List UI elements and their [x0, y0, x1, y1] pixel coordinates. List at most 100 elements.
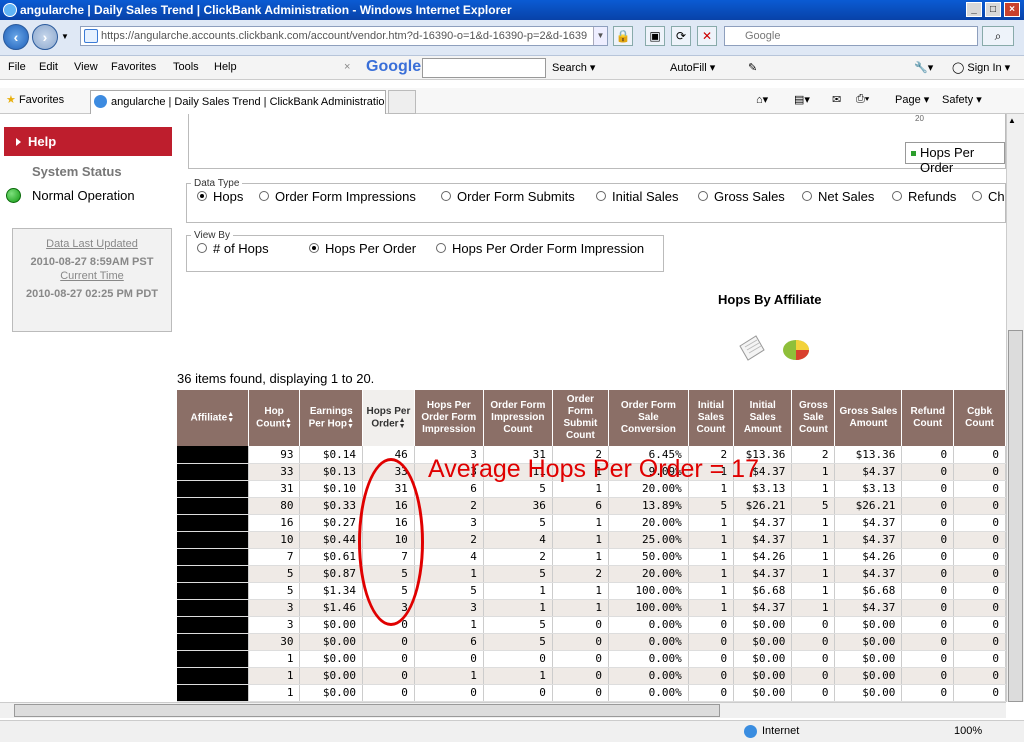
affiliate-cell-redacted[interactable] [177, 531, 249, 549]
affiliate-cell-redacted[interactable] [177, 616, 249, 634]
table-cell: 1 [552, 599, 609, 617]
menu-tools[interactable]: Tools [173, 61, 199, 73]
affiliate-cell-redacted[interactable] [177, 582, 249, 600]
feeds-icon[interactable]: ▤▾ [794, 93, 810, 106]
affiliate-cell-redacted[interactable] [177, 599, 249, 617]
column-header[interactable]: Affiliate▲ ▼ [177, 390, 249, 446]
affiliate-cell-redacted[interactable] [177, 565, 249, 583]
horizontal-scrollbar[interactable] [0, 702, 1006, 718]
column-header[interactable]: Hops Per Order▲ ▼ [362, 390, 415, 446]
sign-in-button[interactable]: ◯ Sign In ▾ [952, 61, 1010, 74]
data-last-updated-link[interactable]: Data Last Updated [13, 238, 171, 250]
radio-refunds[interactable]: Refunds [892, 189, 956, 204]
affiliate-cell-redacted[interactable] [177, 684, 249, 702]
new-tab-button[interactable] [388, 90, 416, 114]
table-cell: 3 [248, 616, 301, 634]
radio-num-hops[interactable]: # of Hops [197, 241, 269, 256]
radio-refunds-control[interactable] [892, 191, 902, 201]
radio-order-form-impressions[interactable]: Order Form Impressions [259, 189, 416, 204]
refresh-icon[interactable]: ⟳ [671, 26, 691, 46]
horizontal-scroll-thumb[interactable] [14, 704, 720, 717]
lock-icon[interactable]: 🔒 [613, 26, 633, 46]
url-field[interactable]: https://angularche.accounts.clickbank.co… [80, 26, 608, 46]
radio-num-hops-control[interactable] [197, 243, 207, 253]
scroll-up-icon[interactable]: ▲ [1008, 116, 1016, 125]
menu-view[interactable]: View [74, 61, 98, 73]
safety-menu[interactable]: Safety ▾ [942, 93, 982, 106]
menu-help[interactable]: Help [214, 61, 237, 73]
radio-net-sales-control[interactable] [802, 191, 812, 201]
sidebar-item-help[interactable]: Help [4, 127, 172, 156]
affiliate-cell-redacted[interactable] [177, 480, 249, 498]
affiliate-cell-redacted[interactable] [177, 633, 249, 651]
radio-chargebacks-control[interactable] [972, 191, 982, 201]
radio-hops-per-order-control[interactable] [309, 243, 319, 253]
compat-view-icon[interactable]: ▣ [645, 26, 665, 46]
mail-icon[interactable]: ✉ [832, 93, 841, 106]
report-icon[interactable] [736, 332, 768, 364]
affiliate-cell-redacted[interactable] [177, 497, 249, 515]
radio-chargebacks[interactable]: Ch [972, 189, 1005, 204]
radio-order-form-submits-control[interactable] [441, 191, 451, 201]
radio-order-form-submits[interactable]: Order Form Submits [441, 189, 575, 204]
page-menu[interactable]: Page ▾ [895, 93, 929, 106]
column-header[interactable]: Order Form Submit Count [552, 390, 609, 446]
affiliate-cell-redacted[interactable] [177, 667, 249, 685]
current-time-link[interactable]: Current Time [13, 270, 171, 282]
autofill-button[interactable]: AutoFill ▾ [670, 61, 715, 74]
stop-icon[interactable]: ✕ [697, 26, 717, 46]
menu-file[interactable]: File [8, 61, 26, 73]
vertical-scroll-thumb[interactable] [1008, 330, 1023, 702]
radio-initial-sales-control[interactable] [596, 191, 606, 201]
radio-hops-per-order-form-impression-control[interactable] [436, 243, 446, 253]
column-header[interactable]: Hop Count▲ ▼ [248, 390, 301, 446]
radio-order-form-impressions-control[interactable] [259, 191, 269, 201]
affiliate-cell-redacted[interactable] [177, 514, 249, 532]
home-icon[interactable]: ⌂▾ [756, 93, 768, 106]
radio-hops-per-order[interactable]: Hops Per Order [309, 241, 416, 256]
column-header[interactable]: Cgbk Count [953, 390, 1006, 446]
chevron-down-icon[interactable]: ▼ [593, 27, 607, 45]
affiliate-cell-redacted[interactable] [177, 650, 249, 668]
radio-hops[interactable]: Hops [197, 189, 243, 204]
forward-button[interactable]: › [32, 24, 58, 50]
search-input[interactable]: Google [724, 26, 978, 46]
vertical-scrollbar[interactable]: ▲ [1006, 114, 1024, 702]
highlight-icon[interactable]: ✎ [748, 61, 757, 74]
radio-hops-control[interactable] [197, 191, 207, 201]
minimize-button[interactable]: _ [966, 2, 982, 17]
print-icon[interactable]: ⎙▾ [856, 93, 869, 106]
affiliate-cell-redacted[interactable] [177, 463, 249, 481]
close-button[interactable]: × [1004, 2, 1020, 17]
maximize-button[interactable]: □ [985, 2, 1001, 17]
column-header[interactable]: Earnings Per Hop▲ ▼ [299, 390, 364, 446]
tab-current[interactable]: angularche | Daily Sales Trend | ClickBa… [90, 90, 386, 114]
radio-initial-sales[interactable]: Initial Sales [596, 189, 678, 204]
column-header[interactable]: Initial Sales Amount [733, 390, 793, 446]
wrench-icon[interactable]: 🔧▾ [914, 61, 933, 74]
google-search-input[interactable] [422, 58, 546, 78]
radio-gross-sales-control[interactable] [698, 191, 708, 201]
radio-hops-per-order-form-impression[interactable]: Hops Per Order Form Impression [436, 241, 644, 256]
column-header[interactable]: Order Form Sale Conversion [608, 390, 689, 446]
column-header[interactable]: Refund Count [901, 390, 955, 446]
search-icon[interactable]: ⌕ [982, 26, 1014, 46]
radio-gross-sales[interactable]: Gross Sales [698, 189, 785, 204]
column-header[interactable]: Initial Sales Count [688, 390, 735, 446]
pie-chart-icon[interactable] [780, 332, 812, 364]
google-search-button[interactable]: Search ▾ [552, 61, 595, 74]
history-dropdown-icon[interactable]: ▼ [61, 32, 69, 41]
column-header[interactable]: Order Form Impression Count [483, 390, 553, 446]
menu-favorites[interactable]: Favorites [111, 61, 156, 73]
close-toolbar-icon[interactable]: × [344, 61, 350, 73]
favorites-button[interactable]: ★ Favorites [6, 93, 64, 106]
column-header[interactable]: Gross Sales Amount [834, 390, 903, 446]
affiliate-cell-redacted[interactable] [177, 548, 249, 566]
column-header[interactable]: Gross Sale Count [791, 390, 836, 446]
back-button[interactable]: ‹ [3, 24, 29, 50]
menu-edit[interactable]: Edit [39, 61, 58, 73]
affiliate-cell-redacted[interactable] [177, 446, 249, 464]
zoom-level[interactable]: 100% [954, 725, 982, 737]
radio-net-sales[interactable]: Net Sales [802, 189, 874, 204]
column-header[interactable]: Hops Per Order Form Impression [414, 390, 484, 446]
